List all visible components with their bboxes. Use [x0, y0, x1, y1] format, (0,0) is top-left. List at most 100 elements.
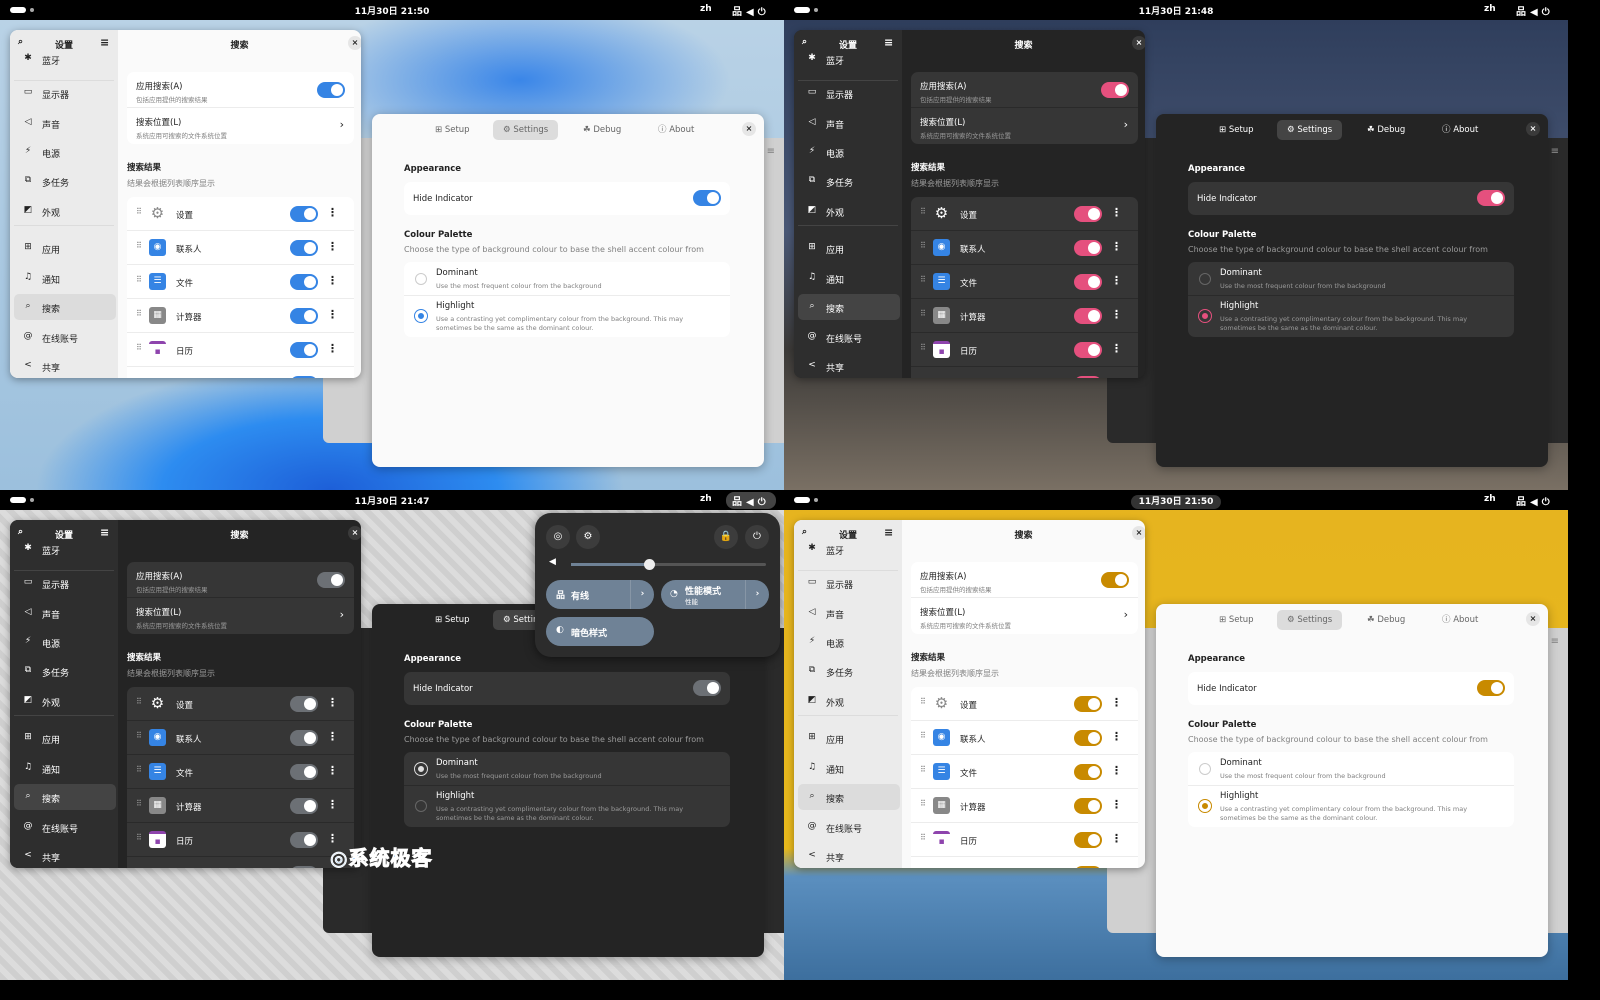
- drag-handle-icon[interactable]: ⠿: [136, 207, 142, 216]
- more-options-icon[interactable]: ⋮: [1111, 730, 1122, 743]
- list-item[interactable]: ⠿ ▦ 计算器 ⋮: [127, 789, 354, 823]
- list-item[interactable]: ⠿ ⚙ 设置 ⋮: [127, 687, 354, 721]
- chevron-right-icon[interactable]: ›: [745, 580, 769, 609]
- system-menu-button[interactable]: 品◀⏻: [726, 2, 776, 19]
- close-button[interactable]: ×: [1526, 122, 1540, 136]
- menu-icon[interactable]: ≡: [1551, 146, 1559, 157]
- hide-indicator-toggle[interactable]: [1477, 190, 1505, 206]
- result-toggle[interactable]: [290, 376, 318, 378]
- list-item[interactable]: ⠿ ▪ 日历 ⋮: [127, 823, 354, 857]
- input-source-indicator[interactable]: zh: [700, 4, 712, 14]
- volume-slider[interactable]: [571, 559, 766, 570]
- sidebar-item-1[interactable]: ▭ 显示器: [14, 80, 116, 106]
- list-item[interactable]: ⠿ ☰ 文件 ⋮: [127, 265, 354, 299]
- sidebar-item-5[interactable]: ◩ 外观: [14, 688, 116, 714]
- hide-indicator-toggle[interactable]: [1477, 680, 1505, 696]
- more-options-icon[interactable]: ⋮: [1111, 274, 1122, 287]
- tab-about[interactable]: ⓘ About: [1432, 610, 1488, 630]
- list-item[interactable]: ⠿ ▪ 日历 ⋮: [127, 333, 354, 367]
- more-options-icon[interactable]: ⋮: [1111, 798, 1122, 811]
- result-toggle[interactable]: [290, 798, 318, 814]
- drag-handle-icon[interactable]: ⠿: [920, 833, 926, 842]
- result-toggle[interactable]: [290, 764, 318, 780]
- menu-icon[interactable]: ≡: [767, 146, 775, 157]
- app-search-toggle[interactable]: [1101, 82, 1129, 98]
- drag-handle-icon[interactable]: ⠿: [920, 731, 926, 740]
- list-item[interactable]: ⠿ ☰ 文件 ⋮: [911, 755, 1138, 789]
- result-toggle[interactable]: [290, 240, 318, 256]
- result-toggle[interactable]: [1074, 798, 1102, 814]
- list-item[interactable]: ⠿ ▦ 计算器 ⋮: [911, 789, 1138, 823]
- tab-debug[interactable]: ☘ Debug: [1357, 120, 1415, 140]
- dominant-option[interactable]: Dominant Use the most frequent colour fr…: [1188, 752, 1514, 786]
- tab-settings[interactable]: ⚙ Settings: [1277, 120, 1343, 140]
- tab-debug[interactable]: ☘ Debug: [573, 120, 631, 140]
- result-toggle[interactable]: [290, 696, 318, 712]
- more-options-icon[interactable]: ⋮: [327, 342, 338, 355]
- tab-settings[interactable]: ⚙ Settings: [1277, 610, 1343, 630]
- list-item[interactable]: ⠿ ☰ 文件 ⋮: [911, 265, 1138, 299]
- more-options-icon[interactable]: ⋮: [327, 798, 338, 811]
- drag-handle-icon[interactable]: ⠿: [136, 241, 142, 250]
- sidebar-item-2[interactable]: ◁ 声音: [14, 110, 116, 136]
- more-options-icon[interactable]: ⋮: [327, 730, 338, 743]
- list-item[interactable]: [911, 857, 1138, 868]
- result-toggle[interactable]: [290, 730, 318, 746]
- app-search-row[interactable]: 应用搜索(A) 包括应用提供的搜索结果: [127, 72, 354, 108]
- list-item[interactable]: [127, 367, 354, 378]
- dominant-option[interactable]: Dominant Use the most frequent colour fr…: [1188, 262, 1514, 296]
- volume-slider-handle[interactable]: [644, 559, 655, 570]
- dominant-radio[interactable]: [1199, 273, 1211, 285]
- sidebar-item-5[interactable]: ◩ 外观: [798, 688, 900, 714]
- sidebar-item-9[interactable]: @ 在线账号: [798, 814, 900, 840]
- tab-setup[interactable]: ⊞ Setup: [425, 610, 480, 630]
- close-button[interactable]: ×: [348, 36, 361, 50]
- result-toggle[interactable]: [1074, 308, 1102, 324]
- sidebar-item-6[interactable]: ⊞ 应用: [14, 725, 116, 751]
- app-search-toggle[interactable]: [317, 572, 345, 588]
- search-locations-row[interactable]: 搜索位置(L) 系统应用可搜索的文件系统位置 ›: [911, 598, 1138, 634]
- more-options-icon[interactable]: ⋮: [1111, 206, 1122, 219]
- app-search-toggle[interactable]: [317, 82, 345, 98]
- dominant-radio[interactable]: [415, 273, 427, 285]
- sidebar-item-0[interactable]: ✱ 蓝牙: [14, 46, 116, 72]
- result-toggle[interactable]: [1074, 730, 1102, 746]
- highlight-radio[interactable]: [1199, 310, 1211, 322]
- sidebar-item-4[interactable]: ⧉ 多任务: [798, 658, 900, 684]
- sidebar-item-0[interactable]: ✱ 蓝牙: [798, 46, 900, 72]
- sidebar-item-8[interactable]: ⌕ 搜索: [798, 294, 900, 320]
- search-locations-row[interactable]: 搜索位置(L) 系统应用可搜索的文件系统位置 ›: [127, 598, 354, 634]
- dominant-radio[interactable]: [1199, 763, 1211, 775]
- hide-indicator-row[interactable]: Hide Indicator: [1188, 672, 1514, 705]
- close-button[interactable]: ×: [1132, 36, 1145, 50]
- highlight-option[interactable]: Highlight Use a contrasting yet complime…: [1188, 786, 1514, 827]
- sidebar-item-10[interactable]: < 共享: [14, 353, 116, 378]
- sidebar-item-8[interactable]: ⌕ 搜索: [14, 784, 116, 810]
- screenshot-button[interactable]: ◎: [546, 525, 570, 549]
- more-options-icon[interactable]: ⋮: [327, 696, 338, 709]
- drag-handle-icon[interactable]: ⠿: [920, 207, 926, 216]
- settings-button[interactable]: ⚙: [576, 525, 600, 549]
- search-locations-row[interactable]: 搜索位置(L) 系统应用可搜索的文件系统位置 ›: [911, 108, 1138, 144]
- sidebar-item-3[interactable]: ⚡ 电源: [14, 629, 116, 655]
- input-source-indicator[interactable]: zh: [1484, 494, 1496, 504]
- wired-network-toggle[interactable]: 品有线 ›: [546, 580, 654, 609]
- highlight-radio[interactable]: [415, 310, 427, 322]
- dominant-option[interactable]: Dominant Use the most frequent colour fr…: [404, 752, 730, 786]
- drag-handle-icon[interactable]: ⠿: [136, 697, 142, 706]
- dominant-radio[interactable]: [415, 763, 427, 775]
- sidebar-item-9[interactable]: @ 在线账号: [14, 324, 116, 350]
- clock[interactable]: 11月30日 21:50: [1130, 495, 1222, 509]
- list-item[interactable]: [911, 367, 1138, 378]
- result-toggle[interactable]: [1074, 866, 1102, 868]
- hide-indicator-toggle[interactable]: [693, 680, 721, 696]
- hide-indicator-row[interactable]: Hide Indicator: [1188, 182, 1514, 215]
- more-options-icon[interactable]: ⋮: [327, 308, 338, 321]
- sidebar-item-10[interactable]: < 共享: [14, 843, 116, 868]
- list-item[interactable]: ⠿ ⚙ 设置 ⋮: [127, 197, 354, 231]
- sidebar-item-6[interactable]: ⊞ 应用: [798, 725, 900, 751]
- sidebar-item-2[interactable]: ◁ 声音: [798, 600, 900, 626]
- system-menu-button[interactable]: 品◀⏻: [726, 492, 776, 509]
- more-options-icon[interactable]: ⋮: [327, 764, 338, 777]
- input-source-indicator[interactable]: zh: [1484, 4, 1496, 14]
